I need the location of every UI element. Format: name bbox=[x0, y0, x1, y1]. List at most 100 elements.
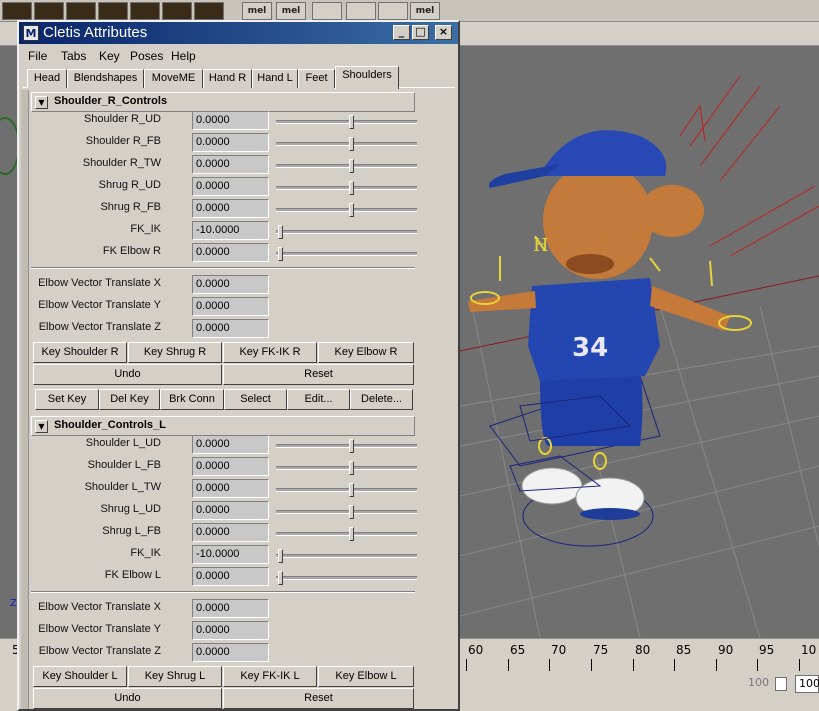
slider-handle[interactable] bbox=[349, 181, 354, 195]
value-field[interactable]: 0.0000 bbox=[192, 155, 269, 174]
tab-head[interactable]: Head bbox=[27, 69, 67, 88]
menu-tabs[interactable]: Tabs bbox=[61, 49, 86, 63]
value-field[interactable]: 0.0000 bbox=[192, 501, 269, 520]
value-field[interactable]: 0.0000 bbox=[192, 599, 269, 618]
slider-track[interactable] bbox=[276, 527, 417, 541]
slider-track[interactable] bbox=[276, 159, 417, 173]
tab-feet[interactable]: Feet bbox=[298, 69, 335, 88]
value-field[interactable]: 0.0000 bbox=[192, 435, 269, 454]
menu-help[interactable]: Help bbox=[171, 49, 196, 63]
value-field[interactable]: 0.0000 bbox=[192, 457, 269, 476]
key-fk-ik-r-button[interactable]: Key FK-IK R bbox=[223, 342, 317, 363]
left-scrollbar[interactable] bbox=[21, 90, 29, 709]
slider-handle[interactable] bbox=[349, 461, 354, 475]
undo-button[interactable]: Undo bbox=[33, 688, 222, 709]
section-header-right[interactable]: ▼ Shoulder_R_Controls bbox=[31, 92, 415, 112]
minimize-button[interactable]: _ bbox=[393, 25, 410, 40]
delete-button[interactable]: Delete... bbox=[350, 389, 413, 410]
key-shrug-l-button[interactable]: Key Shrug L bbox=[128, 666, 222, 687]
value-field[interactable]: 0.0000 bbox=[192, 199, 269, 218]
value-field[interactable]: 0.0000 bbox=[192, 133, 269, 152]
value-field[interactable]: 0.0000 bbox=[192, 243, 269, 262]
reset-button[interactable]: Reset bbox=[223, 364, 414, 385]
value-field[interactable]: -10.0000 bbox=[192, 221, 269, 240]
key-shoulder-l-button[interactable]: Key Shoulder L bbox=[33, 666, 127, 687]
shelf-button[interactable] bbox=[378, 2, 408, 20]
window-titlebar[interactable]: M Cletis Attributes _ □ × bbox=[19, 22, 458, 44]
range-end-field[interactable]: 100 bbox=[745, 675, 773, 693]
slider-track[interactable] bbox=[276, 571, 417, 585]
tab-blendshapes[interactable]: Blendshapes bbox=[67, 69, 144, 88]
key-shrug-r-button[interactable]: Key Shrug R bbox=[128, 342, 222, 363]
value-field[interactable]: 0.0000 bbox=[192, 643, 269, 662]
slider-handle[interactable] bbox=[349, 203, 354, 217]
collapse-arrow-icon[interactable]: ▼ bbox=[35, 96, 48, 109]
shelf-icon[interactable] bbox=[2, 2, 32, 20]
key-elbow-l-button[interactable]: Key Elbow L bbox=[318, 666, 414, 687]
slider-track[interactable] bbox=[276, 137, 417, 151]
shelf-icon[interactable] bbox=[98, 2, 128, 20]
tab-moveme[interactable]: MoveME bbox=[144, 69, 203, 88]
slider-handle[interactable] bbox=[278, 549, 283, 563]
value-field[interactable]: 0.0000 bbox=[192, 479, 269, 498]
value-field[interactable]: 0.0000 bbox=[192, 111, 269, 130]
shelf-icon[interactable] bbox=[130, 2, 160, 20]
value-field[interactable]: 0.0000 bbox=[192, 319, 269, 338]
brk-conn-button[interactable]: Brk Conn bbox=[160, 389, 224, 410]
set-key-button[interactable]: Set Key bbox=[35, 389, 99, 410]
menu-poses[interactable]: Poses bbox=[130, 49, 163, 63]
key-elbow-r-button[interactable]: Key Elbow R bbox=[318, 342, 414, 363]
undo-button[interactable]: Undo bbox=[33, 364, 222, 385]
slider-handle[interactable] bbox=[349, 505, 354, 519]
shelf-icon[interactable] bbox=[162, 2, 192, 20]
collapse-arrow-icon[interactable]: ▼ bbox=[35, 420, 48, 433]
slider-handle[interactable] bbox=[349, 527, 354, 541]
value-field[interactable]: 0.0000 bbox=[192, 177, 269, 196]
shelf-button[interactable] bbox=[346, 2, 376, 20]
range-checkbox[interactable] bbox=[775, 677, 787, 691]
slider-track[interactable] bbox=[276, 439, 417, 453]
select-button[interactable]: Select bbox=[224, 389, 287, 410]
slider-track[interactable] bbox=[276, 247, 417, 261]
shelf-icon[interactable] bbox=[34, 2, 64, 20]
slider-track[interactable] bbox=[276, 203, 417, 217]
slider-track[interactable] bbox=[276, 549, 417, 563]
slider-track[interactable] bbox=[276, 483, 417, 497]
slider-track[interactable] bbox=[276, 461, 417, 475]
mel-shelf-button[interactable]: mel bbox=[242, 2, 272, 20]
value-field[interactable]: 0.0000 bbox=[192, 275, 269, 294]
slider-track[interactable] bbox=[276, 505, 417, 519]
value-field[interactable]: 0.0000 bbox=[192, 523, 269, 542]
range-end-field-2[interactable]: 100. bbox=[795, 675, 819, 693]
key-shoulder-r-button[interactable]: Key Shoulder R bbox=[33, 342, 127, 363]
slider-track[interactable] bbox=[276, 181, 417, 195]
section-header-left[interactable]: ▼ Shoulder_Controls_L bbox=[31, 416, 415, 436]
value-field[interactable]: 0.0000 bbox=[192, 621, 269, 640]
slider-handle[interactable] bbox=[349, 483, 354, 497]
menu-key[interactable]: Key bbox=[99, 49, 120, 63]
slider-handle[interactable] bbox=[349, 115, 354, 129]
tab-hand-l[interactable]: Hand L bbox=[252, 69, 298, 88]
slider-handle[interactable] bbox=[278, 571, 283, 585]
shelf-button[interactable] bbox=[312, 2, 342, 20]
del-key-button[interactable]: Del Key bbox=[99, 389, 160, 410]
edit-button[interactable]: Edit... bbox=[287, 389, 350, 410]
reset-button[interactable]: Reset bbox=[223, 688, 414, 709]
slider-handle[interactable] bbox=[278, 225, 283, 239]
tab-shoulders[interactable]: Shoulders bbox=[335, 66, 399, 89]
slider-track[interactable] bbox=[276, 115, 417, 129]
shelf-icon[interactable] bbox=[66, 2, 96, 20]
tab-hand-r[interactable]: Hand R bbox=[203, 69, 252, 88]
value-field[interactable]: 0.0000 bbox=[192, 297, 269, 316]
value-field[interactable]: -10.0000 bbox=[192, 545, 269, 564]
close-button[interactable]: × bbox=[435, 25, 452, 40]
shelf-icon[interactable] bbox=[194, 2, 224, 20]
mel-shelf-button[interactable]: mel bbox=[276, 2, 306, 20]
key-fk-ik-l-button[interactable]: Key FK-IK L bbox=[223, 666, 317, 687]
slider-handle[interactable] bbox=[278, 247, 283, 261]
mel-shelf-button[interactable]: mel bbox=[410, 2, 440, 20]
slider-handle[interactable] bbox=[349, 439, 354, 453]
slider-handle[interactable] bbox=[349, 159, 354, 173]
value-field[interactable]: 0.0000 bbox=[192, 567, 269, 586]
slider-handle[interactable] bbox=[349, 137, 354, 151]
